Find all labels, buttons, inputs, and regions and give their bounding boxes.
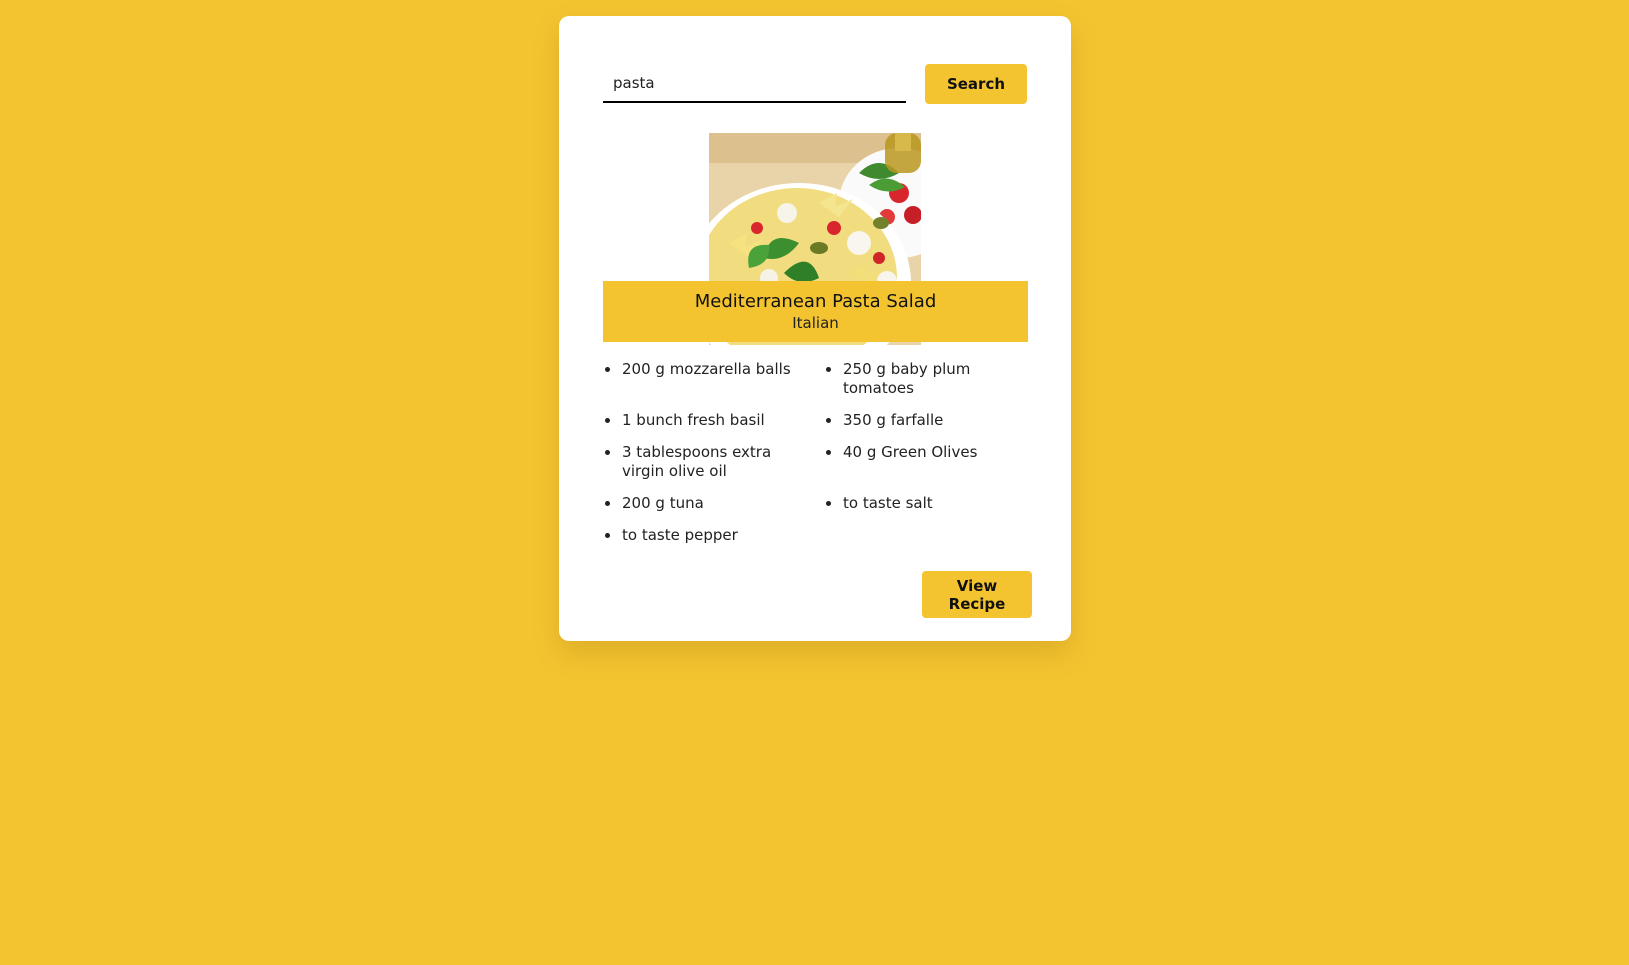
recipe-title: Mediterranean Pasta Salad [694, 291, 937, 312]
view-recipe-button[interactable]: View Recipe [922, 571, 1032, 618]
ingredient-item: 350 g farfalle [824, 411, 1033, 430]
ingredient-item: 40 g Green Olives [824, 443, 1033, 481]
recipe-cuisine: Italian [792, 314, 839, 332]
ingredient-item: 200 g mozzarella balls [603, 360, 824, 398]
ingredient-item: 1 bunch fresh basil [603, 411, 824, 430]
ingredient-item: to taste salt [824, 494, 1033, 513]
search-input[interactable] [603, 64, 906, 103]
ingredient-list: 200 g mozzarella balls 250 g baby plum t… [603, 360, 1033, 545]
ingredient-item: 250 g baby plum tomatoes [824, 360, 1033, 398]
ingredient-item: 3 tablespoons extra virgin olive oil [603, 443, 824, 481]
recipe-card: Search [559, 16, 1071, 641]
ingredient-item: 200 g tuna [603, 494, 824, 513]
recipe-banner: Mediterranean Pasta Salad Italian [603, 281, 1028, 342]
search-button[interactable]: Search [925, 64, 1027, 104]
search-bar: Search [603, 64, 1028, 104]
ingredient-item: to taste pepper [603, 526, 824, 545]
